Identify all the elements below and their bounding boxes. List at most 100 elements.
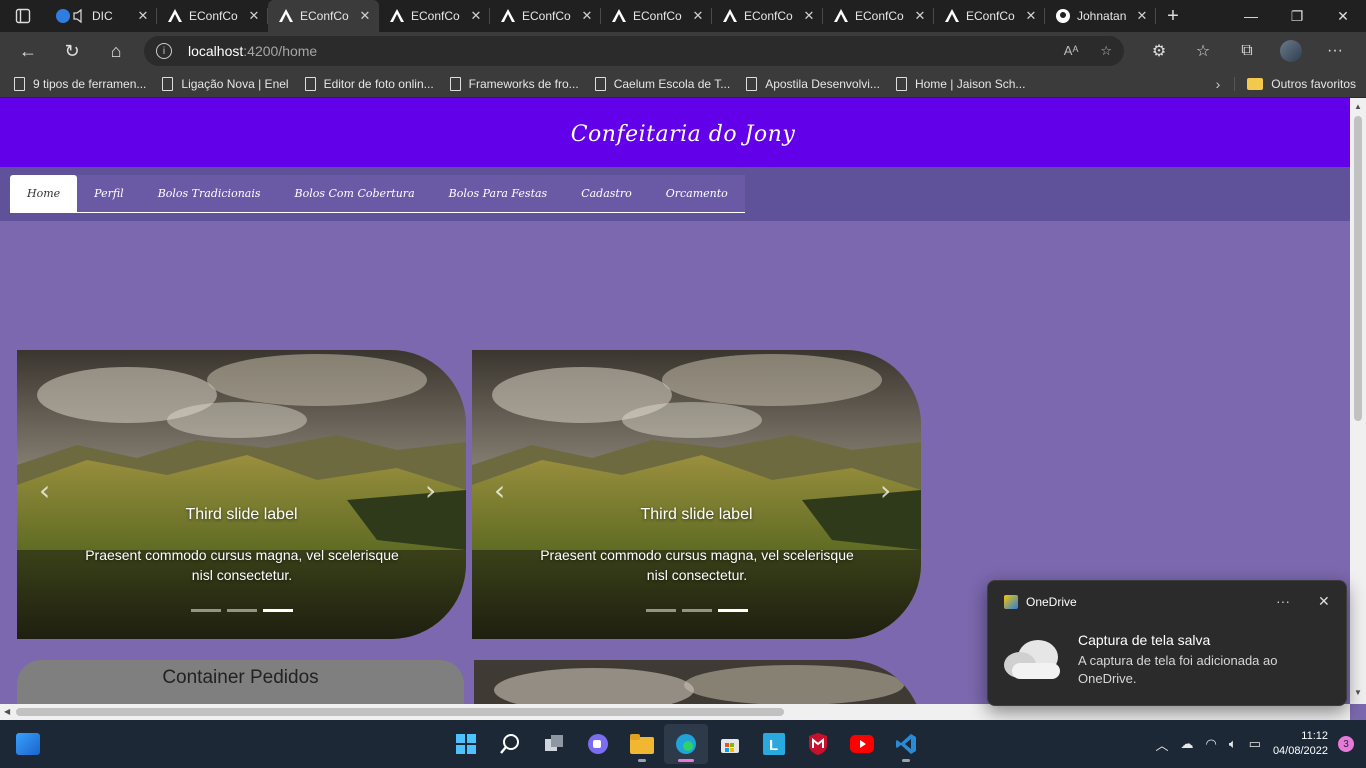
close-tab-icon[interactable]: ✕ [1023,8,1039,24]
carousel-indicator-2[interactable] [227,609,257,612]
extensions-icon[interactable]: ⚙ [1142,41,1176,61]
toast-close-icon[interactable]: ✕ [1318,593,1330,610]
nav-tab-bolos-com-cobertura[interactable]: Bolos Com Cobertura [278,175,432,212]
bookmark-label: Editor de foto onlin... [323,76,434,91]
carousel-indicator-3[interactable] [263,609,293,612]
browser-tab[interactable]: EConfCo ✕ [268,0,379,32]
read-aloud-icon[interactable]: Aᴬ [1064,43,1079,59]
carousel-prev-button[interactable]: ‹ [494,474,505,507]
browser-tab[interactable]: EConfCo ✕ [490,0,601,32]
angular-icon [722,8,738,24]
browser-tab[interactable]: Johnatan ✕ [1045,0,1156,32]
tab-title: DIC [92,9,113,23]
close-window-button[interactable]: ✕ [1320,0,1366,32]
toast-body: A captura de tela foi adicionada ao OneD… [1078,653,1278,686]
start-icon[interactable] [444,724,488,764]
nav-tab-home[interactable]: Home [10,175,78,212]
mcafee-icon[interactable] [796,724,840,764]
back-button[interactable]: ← [6,32,50,70]
browser-tab[interactable]: EConfCo ✕ [157,0,268,32]
volume-icon[interactable]: 🔈︎ [1229,736,1237,752]
l-app-icon[interactable]: L [752,724,796,764]
nav-tab-orcamento[interactable]: Orcamento [649,175,745,212]
browser-tab[interactable]: EConfCo ✕ [712,0,823,32]
notification-badge[interactable]: 3 [1338,736,1354,752]
store-icon[interactable] [708,724,752,764]
battery-icon[interactable]: ▭ [1249,736,1261,752]
task-view-icon[interactable] [532,724,576,764]
restore-button[interactable]: ❐ [1274,0,1320,32]
bookmark-item[interactable]: Home | Jaison Sch... [895,76,1025,91]
wifi-icon[interactable]: ◠ [1205,736,1216,752]
carousel-next-button[interactable]: › [425,474,436,507]
scroll-thumb[interactable] [16,708,784,716]
edge-icon[interactable] [664,724,708,764]
new-tab-button[interactable]: + [1156,0,1190,32]
other-favorites[interactable]: Outros favoritos [1234,76,1356,91]
youtube-icon[interactable] [840,724,884,764]
carousel-indicator-1[interactable] [191,609,221,612]
close-tab-icon[interactable]: ✕ [357,8,373,24]
profile-button[interactable] [1274,40,1308,62]
vertical-scrollbar[interactable]: ▲ ▼ [1350,98,1366,704]
close-tab-icon[interactable]: ✕ [468,8,484,24]
favorite-star-icon[interactable]: ☆ [1100,43,1112,59]
home-button[interactable]: ⌂ [94,32,138,70]
close-tab-icon[interactable]: ✕ [135,8,151,24]
address-bar[interactable]: i localhost:4200/home Aᴬ ☆ [144,36,1124,66]
scroll-down-icon[interactable]: ▼ [1350,688,1366,697]
nav-tab-perfil[interactable]: Perfil [77,175,141,212]
bookmark-item[interactable]: 9 tipos de ferramen... [14,76,146,91]
vscode-icon[interactable] [884,724,928,764]
widgets-icon[interactable] [16,733,40,755]
browser-tab[interactable]: EConfCo ✕ [934,0,1045,32]
clock[interactable]: 11:12 04/08/2022 [1273,729,1328,759]
carousel-indicator-3[interactable] [718,609,748,612]
minimize-button[interactable]: — [1228,0,1274,32]
refresh-button[interactable]: ↻ [50,32,94,70]
close-tab-icon[interactable]: ✕ [912,8,928,24]
horizontal-scrollbar[interactable]: ◀ [0,704,1350,720]
browser-tab[interactable]: EConfCo ✕ [601,0,712,32]
close-tab-icon[interactable]: ✕ [690,8,706,24]
favorites-icon[interactable]: ☆ [1186,41,1220,61]
carousel-1: ‹ › Third slide label Praesent commodo c… [17,350,466,639]
collections-icon[interactable]: ⧉ [1230,42,1264,60]
bookmark-item[interactable]: Ligação Nova | Enel [162,76,289,91]
toast-more-icon[interactable]: ··· [1276,593,1290,609]
bookmarks-overflow-icon[interactable]: › [1216,76,1221,92]
close-tab-icon[interactable]: ✕ [801,8,817,24]
browser-tab[interactable]: EConfCo ✕ [823,0,934,32]
nav-tab-bolos-para-festas[interactable]: Bolos Para Festas [432,175,565,212]
onedrive-tray-icon[interactable]: ☁ [1180,736,1193,752]
bookmark-item[interactable]: Caelum Escola de T... [594,76,730,91]
tab-actions-button[interactable] [0,0,46,32]
chat-icon[interactable] [576,724,620,764]
carousel-indicator-1[interactable] [646,609,676,612]
carousel-next-button[interactable]: › [880,474,891,507]
carousel-prev-button[interactable]: ‹ [39,474,50,507]
bookmark-item[interactable]: Editor de foto onlin... [304,76,434,91]
file-explorer-icon[interactable] [620,724,664,764]
bookmark-item[interactable]: Frameworks de fro... [449,76,579,91]
site-info-icon[interactable]: i [156,43,172,59]
search-icon[interactable] [488,724,532,764]
other-favorites-label: Outros favoritos [1271,76,1356,91]
browser-tab[interactable]: EConfCo ✕ [379,0,490,32]
onedrive-notification[interactable]: OneDrive ··· ✕ Captura de tela salva A c… [987,580,1347,706]
tab-title: EConfCo [966,9,1015,23]
close-tab-icon[interactable]: ✕ [579,8,595,24]
close-tab-icon[interactable]: ✕ [246,8,262,24]
nav-tab-cadastro[interactable]: Cadastro [564,175,649,212]
scroll-up-icon[interactable]: ▲ [1350,102,1366,111]
scroll-left-icon[interactable]: ◀ [4,707,10,716]
running-indicator [902,759,910,762]
bookmark-item[interactable]: Apostila Desenvolvi... [746,76,880,91]
close-tab-icon[interactable]: ✕ [1134,8,1150,24]
more-menu-icon[interactable]: ··· [1318,42,1352,60]
scroll-thumb[interactable] [1354,116,1362,421]
carousel-indicator-2[interactable] [682,609,712,612]
browser-tab[interactable]: DIC ✕ [46,0,157,32]
tray-overflow-icon[interactable]: ︿ [1155,735,1168,754]
nav-tab-bolos-tradicionais[interactable]: Bolos Tradicionais [141,175,278,212]
